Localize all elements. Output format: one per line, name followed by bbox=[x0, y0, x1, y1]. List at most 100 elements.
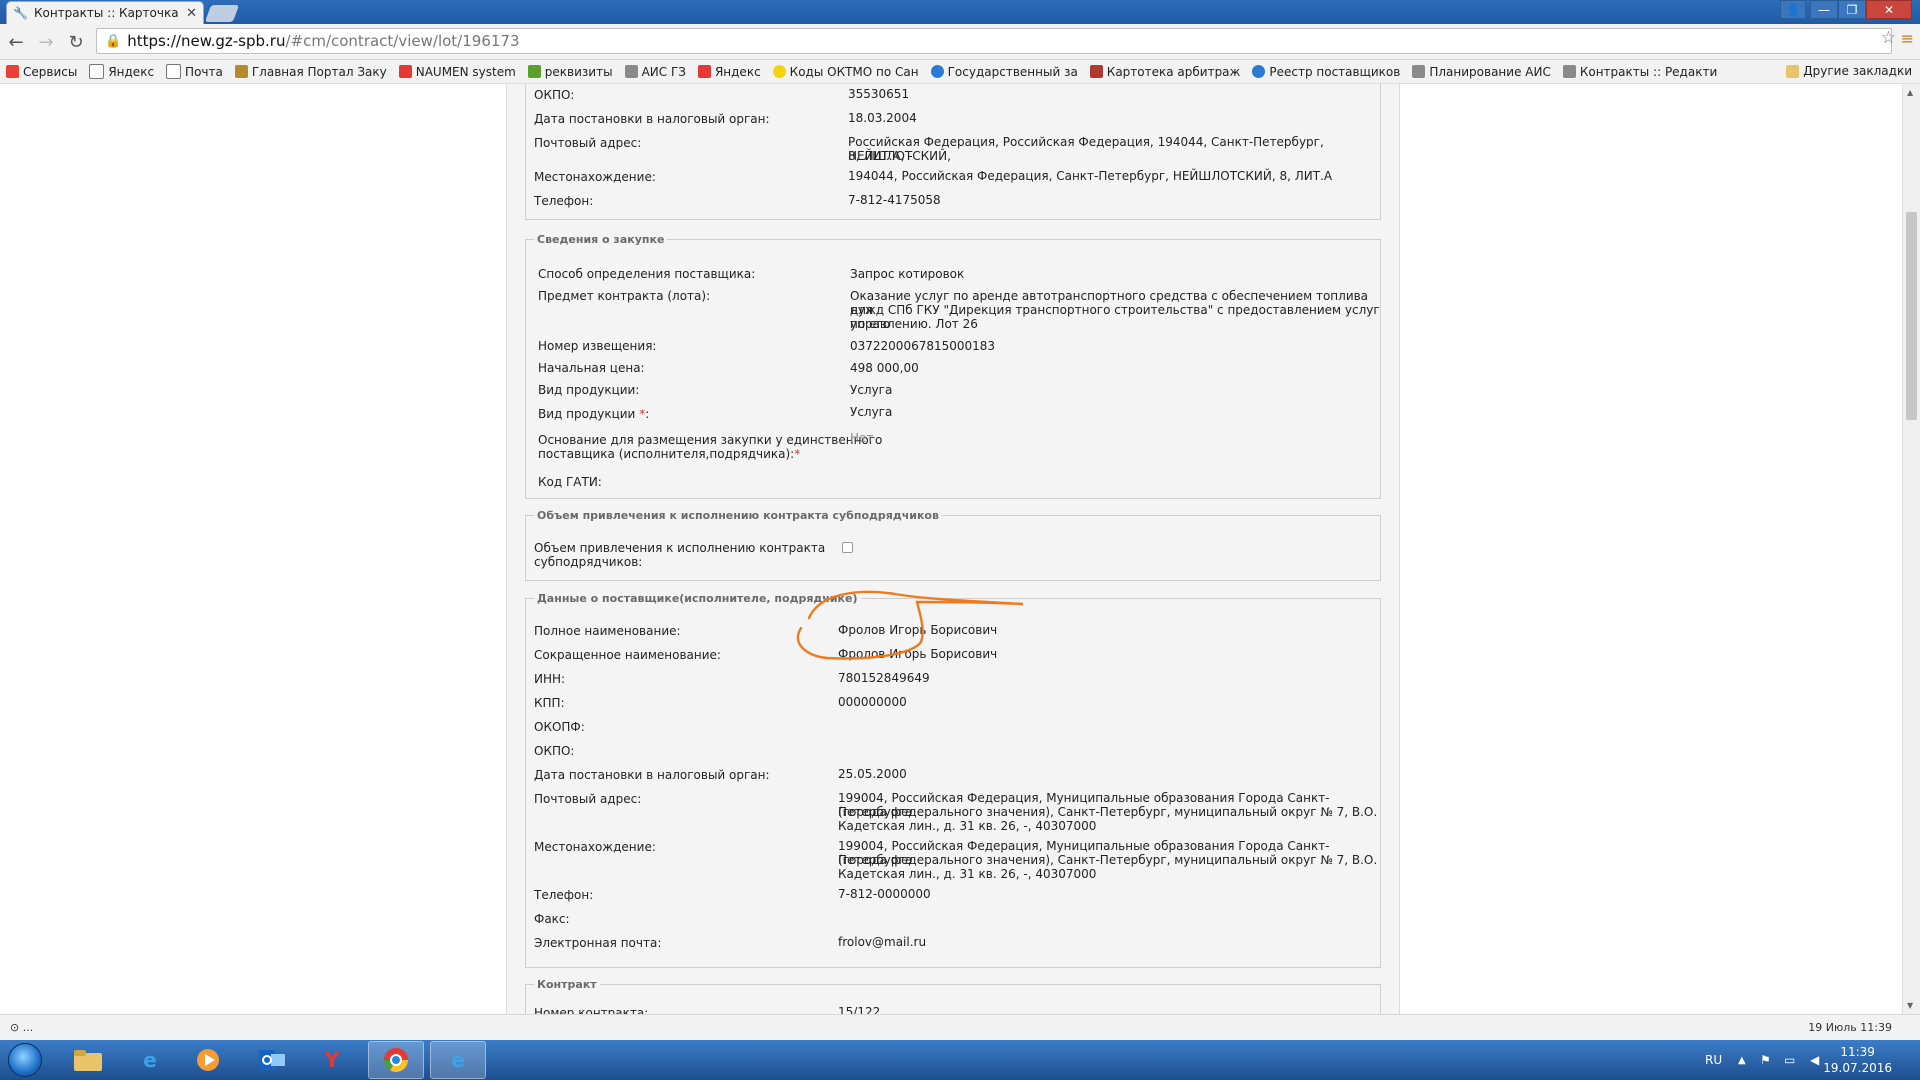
page-viewport: ОКПО: 35530651 Дата постановки в налогов… bbox=[0, 84, 1902, 1014]
subject-label: Предмет контракта (лота): bbox=[538, 289, 711, 303]
scroll-up-arrow-icon[interactable]: ▲ bbox=[1907, 88, 1913, 97]
bookmark-item[interactable]: реквизиты bbox=[527, 64, 613, 79]
fax-label: Факс: bbox=[534, 912, 570, 926]
kpp-value: 000000000 bbox=[838, 695, 907, 709]
back-arrow-icon[interactable]: ← bbox=[4, 30, 28, 54]
bookmark-item[interactable]: Коды ОКТМО по Сан bbox=[772, 65, 919, 79]
bookmark-item[interactable]: Контракты :: Редакти bbox=[1562, 64, 1718, 79]
bookmark-item[interactable]: Главная Портал Заку bbox=[234, 65, 387, 79]
subcontract-label-line2: субподрядчиков: bbox=[534, 555, 643, 569]
bookmark-item[interactable]: Яндекс bbox=[697, 65, 761, 79]
page-icon bbox=[89, 64, 105, 79]
bookmarks-bar: Сервисы Яндекс Почта Главная Портал Заку NAU… bbox=[0, 60, 1920, 84]
bookmark-label: Контракты :: Редакти bbox=[1579, 64, 1718, 79]
bookmark-label: Реестр поставщиков bbox=[1269, 64, 1401, 79]
internet-explorer-icon[interactable]: e bbox=[430, 1041, 486, 1079]
yandex-browser-icon[interactable]: Y bbox=[304, 1041, 360, 1079]
subcontract-checkbox[interactable] bbox=[842, 542, 853, 553]
postal-label: Почтовый адрес: bbox=[534, 792, 642, 806]
tools-icon bbox=[624, 65, 638, 78]
bookmark-label: АИС ГЗ bbox=[641, 64, 686, 79]
contract-number-label: Номер контракта: bbox=[534, 1006, 649, 1014]
media-player-icon[interactable] bbox=[180, 1041, 236, 1079]
location-label: Местонахождение: bbox=[534, 840, 656, 854]
maximize-button[interactable]: ❐ bbox=[1838, 0, 1866, 19]
folder-icon bbox=[1786, 64, 1800, 78]
explorer-folder-icon[interactable] bbox=[60, 1041, 116, 1079]
subcontract-legend: Объем привлечения к исполнению контракта… bbox=[537, 509, 939, 522]
chrome-icon[interactable] bbox=[368, 1041, 424, 1079]
bookmark-item[interactable]: Почта bbox=[166, 64, 223, 79]
browser-tab-active[interactable]: 🔧 Контракты :: Карточка ко ✕ bbox=[6, 1, 204, 24]
internet-explorer-icon[interactable]: e bbox=[122, 1041, 178, 1079]
address-bar[interactable]: 🔒 https://new.gz-spb.ru/#cm/contract/vie… bbox=[96, 28, 1892, 54]
bookmark-item[interactable]: Реестр поставщиков bbox=[1252, 65, 1400, 79]
language-indicator[interactable]: RU bbox=[1705, 1040, 1722, 1080]
bookmark-item[interactable]: АИС ГЗ bbox=[624, 64, 686, 79]
full-name-label: Полное наименование: bbox=[534, 624, 681, 638]
profile-button[interactable]: 👤 bbox=[1780, 0, 1806, 19]
minimize-button[interactable]: — bbox=[1810, 0, 1838, 19]
url-host: https://new.gz-spb.ru bbox=[127, 32, 286, 50]
apps-icon bbox=[6, 65, 19, 78]
location-value: 194044, Российская Федерация, Санкт-Пете… bbox=[848, 169, 1333, 183]
menu-icon[interactable]: ≡ bbox=[1901, 29, 1914, 48]
page-scrollbar[interactable]: ▲ ▼ bbox=[1902, 84, 1920, 1014]
other-bookmarks-folder[interactable]: Другие закладки bbox=[1786, 64, 1912, 78]
bookmark-item[interactable]: Сервисы bbox=[6, 65, 77, 79]
action-center-flag-icon[interactable]: ⚑ bbox=[1760, 1040, 1771, 1080]
scroll-down-arrow-icon[interactable]: ▼ bbox=[1907, 1001, 1913, 1010]
close-tab-icon[interactable]: ✕ bbox=[186, 6, 197, 21]
subject-value-line3: управлению. Лот 26 bbox=[850, 317, 978, 331]
product-type-required-value: Услуга bbox=[850, 405, 893, 419]
product-type-required-text: Вид продукции bbox=[538, 407, 636, 421]
short-name-value: Фролов Игорь Борисович bbox=[838, 647, 998, 661]
emblem-icon bbox=[1089, 65, 1103, 78]
full-name-value: Фролов Игорь Борисович bbox=[838, 623, 998, 637]
bookmark-item[interactable]: Государственный за bbox=[930, 65, 1078, 79]
close-window-button[interactable]: ✕ bbox=[1866, 0, 1912, 19]
bookmark-item[interactable]: Картотека арбитраж bbox=[1089, 65, 1240, 79]
tray-expand-icon[interactable]: ▲ bbox=[1738, 1040, 1746, 1080]
location-value-line2: (города федерального значения), Санкт-Пе… bbox=[838, 853, 1378, 867]
yandex-icon bbox=[697, 65, 711, 78]
system-clock[interactable]: 11:39 19.07.2016 bbox=[1823, 1044, 1892, 1076]
postal-value-line2: (города федерального значения), Санкт-Пе… bbox=[838, 805, 1378, 819]
browser-toolbar: ← → ↻ 🔒 https://new.gz-spb.ru/#cm/contra… bbox=[0, 24, 1920, 60]
browser-titlebar: 🔧 Контракты :: Карточка ко ✕ 👤 — ❐ ✕ bbox=[0, 0, 1920, 24]
scrollbar-thumb[interactable] bbox=[1906, 212, 1917, 420]
phone-value: 7-812-0000000 bbox=[838, 887, 931, 901]
phone-label: Телефон: bbox=[534, 194, 594, 208]
bookmark-label: Почта bbox=[185, 64, 223, 79]
bookmark-item[interactable]: NAUMEN system bbox=[398, 65, 516, 79]
supplier-legend: Данные о поставщике(исполнителе, подрядч… bbox=[537, 592, 858, 605]
bookmark-label: реквизиты bbox=[544, 64, 613, 79]
contract-number-value: 15/122 bbox=[838, 1005, 881, 1014]
outlook-icon[interactable] bbox=[244, 1041, 300, 1079]
bookmark-item[interactable]: Планирование АИС bbox=[1412, 64, 1551, 79]
forward-arrow-icon[interactable]: → bbox=[34, 30, 58, 54]
network-icon[interactable]: ▭ bbox=[1784, 1040, 1795, 1080]
volume-icon[interactable]: ◀ bbox=[1810, 1040, 1819, 1080]
location-value-line3: Кадетская лин., д. 31 кв. 26, -, 4030700… bbox=[838, 867, 1097, 881]
subcontract-fieldset: Объем привлечения к исполнению контракта… bbox=[525, 509, 1381, 581]
bookmark-item[interactable]: Яндекс bbox=[89, 64, 154, 79]
other-bookmarks-label: Другие закладки bbox=[1803, 64, 1912, 78]
reload-icon[interactable]: ↻ bbox=[64, 30, 88, 54]
clock-date: 19.07.2016 bbox=[1823, 1061, 1892, 1075]
purchase-fieldset: Сведения о закупке Способ определения по… bbox=[525, 233, 1381, 499]
supplier-fieldset: Данные о поставщике(исполнителе, подрядч… bbox=[525, 592, 1381, 968]
tools-icon bbox=[1562, 65, 1576, 78]
subcontract-label-line1: Объем привлечения к исполнению контракта bbox=[534, 541, 826, 555]
postal-value-line3: Кадетская лин., д. 31 кв. 26, -, 4030700… bbox=[838, 819, 1097, 833]
postal-value-line2: 8, ЛИТ.А, - bbox=[848, 149, 913, 163]
single-supplier-value: Нет bbox=[850, 431, 874, 445]
bookmark-label: Планирование АИС bbox=[1429, 64, 1551, 79]
gati-code-label: Код ГАТИ: bbox=[538, 475, 602, 489]
bookmark-star-icon[interactable]: ☆ bbox=[1881, 28, 1896, 48]
start-button[interactable] bbox=[8, 1043, 42, 1077]
new-tab-button[interactable] bbox=[204, 5, 240, 22]
method-value: Запрос котировок bbox=[850, 267, 965, 281]
bookmark-label: Сервисы bbox=[23, 64, 78, 79]
inn-label: ИНН: bbox=[534, 672, 566, 686]
